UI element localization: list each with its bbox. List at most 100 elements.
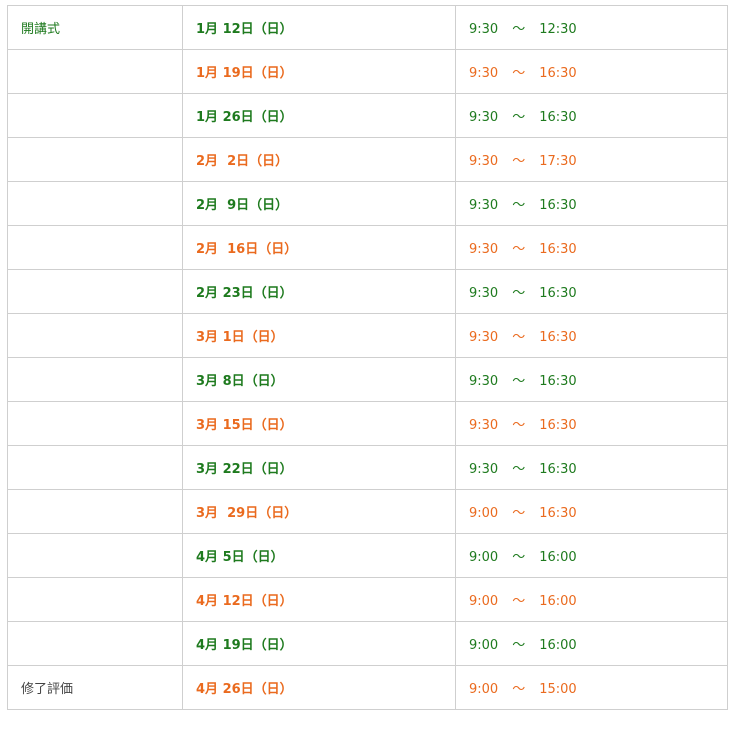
- session-date: 4月 26日（日）: [196, 682, 293, 697]
- session-label-cell: [7, 269, 183, 314]
- end-time: 16:30: [539, 242, 577, 257]
- session-label-cell: [7, 137, 183, 182]
- end-time: 16:30: [539, 418, 577, 433]
- end-time: 16:30: [539, 286, 577, 301]
- session-time-cell: 9:30 ～ 16:30: [455, 269, 728, 314]
- end-time: 16:30: [539, 66, 577, 81]
- session-time-cell: 9:30 ～ 16:30: [455, 445, 728, 490]
- session-date: 1月 26日（日）: [196, 110, 293, 125]
- start-time: 9:30: [469, 418, 499, 433]
- session-date-cell: 4月 12日（日）: [182, 577, 456, 622]
- session-date: 1月 12日（日）: [196, 22, 293, 37]
- time-separator: ～: [512, 286, 526, 301]
- start-time: 9:30: [469, 242, 499, 257]
- session-date-cell: 4月 19日（日）: [182, 621, 456, 666]
- session-date: 2月 9日（日）: [196, 198, 289, 213]
- session-date-cell: 2月 23日（日）: [182, 269, 456, 314]
- session-date: 3月 8日（日）: [196, 374, 284, 389]
- session-date-cell: 2月 9日（日）: [182, 181, 456, 226]
- session-date-cell: 3月 22日（日）: [182, 445, 456, 490]
- time-separator: ～: [512, 638, 526, 653]
- session-date: 3月 1日（日）: [196, 330, 284, 345]
- session-label: 修了評価: [21, 682, 74, 697]
- schedule-row-13: 4月 5日（日） 9:00 ～ 16:00: [7, 533, 728, 578]
- start-time: 9:30: [469, 22, 499, 37]
- schedule-row-8: 3月 1日（日） 9:30 ～ 16:30: [7, 313, 728, 358]
- session-label-cell: [7, 489, 183, 534]
- schedule-row-9: 3月 8日（日） 9:30 ～ 16:30: [7, 357, 728, 402]
- schedule-row-5: 2月 9日（日） 9:30 ～ 16:30: [7, 181, 728, 226]
- start-time: 9:00: [469, 594, 499, 609]
- session-label-cell: [7, 93, 183, 138]
- session-time-cell: 9:30 ～ 12:30: [455, 5, 728, 50]
- session-date: 4月 12日（日）: [196, 594, 293, 609]
- time-separator: ～: [512, 198, 526, 213]
- schedule-table-body: 開講式 1月 12日（日） 9:30 ～ 12:30 1月 19日（日） 9:30 ～…: [7, 5, 728, 710]
- schedule-row-15: 4月 19日（日） 9:00 ～ 16:00: [7, 621, 728, 666]
- schedule-row-10: 3月 15日（日） 9:30 ～ 16:30: [7, 401, 728, 446]
- session-label-cell: [7, 181, 183, 226]
- session-time-cell: 9:00 ～ 16:00: [455, 577, 728, 622]
- time-separator: ～: [512, 110, 526, 125]
- start-time: 9:30: [469, 462, 499, 477]
- schedule-row-7: 2月 23日（日） 9:30 ～ 16:30: [7, 269, 728, 314]
- session-time-cell: 9:30 ～ 16:30: [455, 49, 728, 94]
- time-separator: ～: [512, 418, 526, 433]
- session-date: 1月 19日（日）: [196, 66, 293, 81]
- schedule-row-12: 3月 29日（日） 9:00 ～ 16:30: [7, 489, 728, 534]
- session-label-cell: [7, 533, 183, 578]
- session-date-cell: 1月 26日（日）: [182, 93, 456, 138]
- time-separator: ～: [512, 594, 526, 609]
- session-date-cell: 4月 26日（日）: [182, 665, 456, 710]
- session-label-cell: [7, 621, 183, 666]
- end-time: 16:30: [539, 330, 577, 345]
- schedule-row-14: 4月 12日（日） 9:00 ～ 16:00: [7, 577, 728, 622]
- start-time: 9:30: [469, 330, 499, 345]
- time-separator: ～: [512, 22, 526, 37]
- session-time-cell: 9:30 ～ 16:30: [455, 313, 728, 358]
- schedule-table: 開講式 1月 12日（日） 9:30 ～ 12:30 1月 19日（日） 9:30 ～…: [7, 5, 728, 710]
- session-date: 3月 22日（日）: [196, 462, 293, 477]
- end-time: 16:30: [539, 110, 577, 125]
- session-label-cell: [7, 445, 183, 490]
- time-separator: ～: [512, 242, 526, 257]
- session-date: 2月 16日（日）: [196, 242, 298, 257]
- session-date-cell: 3月 8日（日）: [182, 357, 456, 402]
- schedule-row-3: 1月 26日（日） 9:30 ～ 16:30: [7, 93, 728, 138]
- session-time-cell: 9:30 ～ 16:30: [455, 181, 728, 226]
- session-date-cell: 3月 15日（日）: [182, 401, 456, 446]
- time-separator: ～: [512, 462, 526, 477]
- session-time-cell: 9:00 ～ 16:00: [455, 533, 728, 578]
- session-label-cell: [7, 577, 183, 622]
- session-time-cell: 9:30 ～ 16:30: [455, 225, 728, 270]
- time-separator: ～: [512, 550, 526, 565]
- start-time: 9:30: [469, 110, 499, 125]
- end-time: 17:30: [539, 154, 577, 169]
- session-date-cell: 1月 12日（日）: [182, 5, 456, 50]
- session-label-cell: [7, 49, 183, 94]
- session-time-cell: 9:30 ～ 17:30: [455, 137, 728, 182]
- session-date-cell: 2月 2日（日）: [182, 137, 456, 182]
- time-separator: ～: [512, 374, 526, 389]
- end-time: 12:30: [539, 22, 577, 37]
- schedule-row-16: 修了評価 4月 26日（日） 9:00 ～ 15:00: [7, 665, 728, 710]
- start-time: 9:00: [469, 506, 499, 521]
- session-date: 2月 23日（日）: [196, 286, 293, 301]
- session-label: 開講式: [21, 22, 61, 37]
- time-separator: ～: [512, 154, 526, 169]
- end-time: 16:00: [539, 638, 577, 653]
- session-date-cell: 1月 19日（日）: [182, 49, 456, 94]
- end-time: 16:30: [539, 374, 577, 389]
- session-date-cell: 3月 1日（日）: [182, 313, 456, 358]
- start-time: 9:00: [469, 682, 499, 697]
- session-date: 3月 29日（日）: [196, 506, 298, 521]
- time-separator: ～: [512, 682, 526, 697]
- time-separator: ～: [512, 506, 526, 521]
- session-time-cell: 9:00 ～ 16:00: [455, 621, 728, 666]
- session-date-cell: 2月 16日（日）: [182, 225, 456, 270]
- start-time: 9:00: [469, 638, 499, 653]
- end-time: 15:00: [539, 682, 577, 697]
- start-time: 9:30: [469, 198, 499, 213]
- end-time: 16:30: [539, 198, 577, 213]
- session-date-cell: 4月 5日（日）: [182, 533, 456, 578]
